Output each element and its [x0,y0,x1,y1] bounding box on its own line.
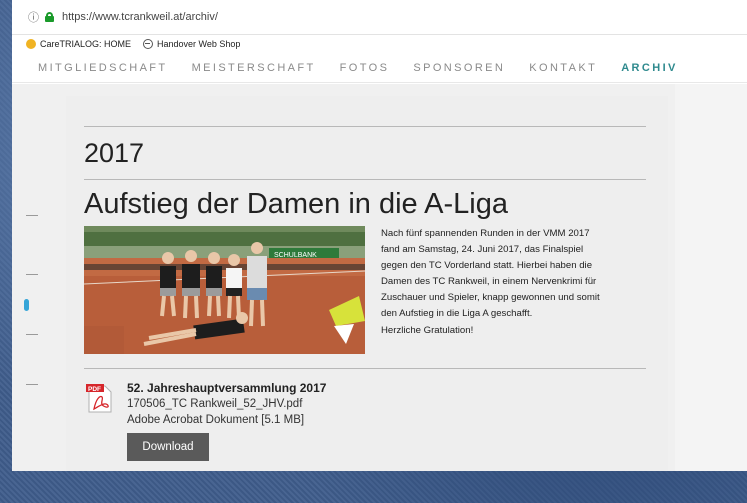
nav-item-mitgliedschaft[interactable]: MITGLIEDSCHAFT [38,62,168,74]
bookmark-caretrialog[interactable]: CareTRIALOG: HOME [26,39,131,49]
page-content: 2017 Aufstieg der Damen in die A-Liga SC… [12,84,747,471]
article-line: den Aufstieg in die Liga A geschafft. [381,308,533,320]
article-line: Zuschauer und Spieler, knapp gewonnen un… [381,292,600,304]
nav-item-kontakt[interactable]: KONTAKT [529,62,597,74]
bookmark-label: Handover Web Shop [157,39,241,49]
sidebar-divider [26,384,38,385]
download-button[interactable]: Download [127,433,209,461]
bookmark-label: CareTRIALOG: HOME [40,39,132,49]
document-type: Adobe Acrobat Dokument [5.1 MB] [127,414,305,426]
bookmarks-bar: CareTRIALOG: HOME Handover Web Shop [12,35,747,53]
lock-icon [45,12,54,22]
article-title: Aufstieg der Damen in die A-Liga [84,188,508,220]
nav-item-sponsoren[interactable]: SPONSOREN [413,62,505,74]
team-photo[interactable]: SCHULBANK [84,226,365,354]
scroll-indicator[interactable] [24,299,29,311]
article-line: gegen den TC Vorderland statt. Hierbei h… [381,260,593,272]
bookmark-handover[interactable]: Handover Web Shop [143,39,240,49]
article-line: fand am Samstag, 24. Juni 2017, das Fina… [381,244,584,256]
nav-item-fotos[interactable]: FOTOS [340,62,390,74]
archive-card: 2017 Aufstieg der Damen in die A-Liga SC… [66,96,668,471]
pdf-label: PDF [88,386,101,393]
divider [84,368,646,369]
document-title[interactable]: 52. Jahreshauptversammlung 2017 [127,381,326,395]
right-margin [675,84,747,471]
sidebar-divider [26,274,38,275]
article-line: Herzliche Gratulation! [381,324,474,336]
site-navigation: MITGLIEDSCHAFT MEISTERSCHAFT FOTOS SPONS… [12,53,747,83]
archive-year: 2017 [84,138,145,168]
pdf-file-icon: PDF [86,383,114,413]
article-line: Nach fünf spannenden Runden in der VMM 2… [381,228,590,239]
caretrialog-icon [26,39,36,49]
globe-icon [143,39,154,49]
address-bar[interactable]: ⓘ https://www.tcrankweil.at/archiv/ [12,0,747,35]
browser-screen: ⓘ https://www.tcrankweil.at/archiv/ Care… [12,0,747,471]
url-text[interactable]: https://www.tcrankweil.at/archiv/ [62,11,218,23]
nav-item-archiv[interactable]: ARCHIV [621,62,678,74]
sidebar-divider [26,215,38,216]
info-icon[interactable]: ⓘ [28,9,39,25]
sidebar-divider [26,334,38,335]
banner-text: SCHULBANK [274,252,317,259]
divider [84,126,646,127]
article-line: Damen des TC Rankweil, in einem Nervenkr… [381,276,597,288]
article-body: Nach fünf spannenden Runden in der VMM 2… [381,226,653,339]
nav-item-meisterschaft[interactable]: MEISTERSCHAFT [192,62,316,74]
document-filename[interactable]: 170506_TC Rankweil_52_JHV.pdf [127,398,302,410]
divider [84,179,646,180]
